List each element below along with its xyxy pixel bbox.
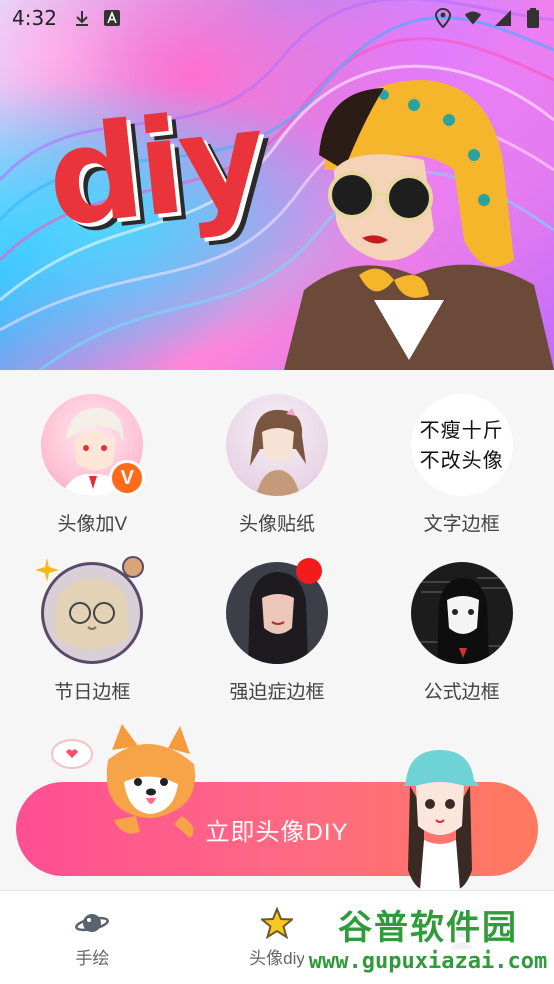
location-icon: [434, 8, 452, 28]
option-avatar-v[interactable]: V 头像加V: [0, 394, 185, 538]
cta-label: 立即头像DIY: [205, 818, 349, 846]
bear-ear-icon: [122, 556, 145, 578]
option-formula-frame[interactable]: 公式边框: [369, 562, 554, 706]
option-label: 文字边框: [423, 514, 500, 535]
v-badge: V: [109, 460, 146, 496]
text-frame-line-2: 不改头像: [419, 448, 504, 472]
option-label: 节日边框: [54, 682, 131, 703]
nav-label: 头像diy: [249, 949, 305, 968]
option-text-frame[interactable]: 不瘦十斤 不改头像 文字边框: [369, 394, 554, 538]
woman-illustration: [284, 80, 554, 370]
status-time: 4:32: [12, 6, 57, 30]
hero-banner: diy: [0, 0, 554, 370]
cta-area: 立即头像DIY: [0, 720, 554, 890]
watermark-url: www.gupuxiazai.com: [308, 949, 548, 974]
status-bar: 4:32: [0, 0, 554, 36]
a-icon: [103, 9, 121, 27]
option-holiday-frame[interactable]: 节日边框: [0, 556, 185, 706]
option-label: 头像贴纸: [238, 514, 315, 535]
option-label: 强迫症边框: [229, 682, 325, 703]
frame-options-grid: V 头像加V 头像贴纸 不瘦十斤 不改头像 文字边框 节日边框 强迫症边框 公式…: [0, 394, 554, 706]
option-avatar-sticker[interactable]: 头像贴纸: [185, 394, 370, 538]
nav-item-hand-drawn[interactable]: 手绘: [0, 891, 185, 984]
signal-icon: [494, 9, 512, 27]
text-frame-line-1: 不瘦十斤: [419, 418, 504, 442]
option-label: 公式边框: [423, 682, 500, 703]
girl-cap-illustration: [404, 750, 480, 890]
watermark-cn: 谷普软件园: [338, 908, 518, 948]
star-icon: [260, 906, 294, 940]
shiba-dog-illustration: [51, 724, 196, 838]
sparkle-icon: [35, 558, 60, 582]
watermark: 谷普软件园 www.gupuxiazai.com: [304, 894, 552, 980]
hero-diy-title: diy: [40, 81, 270, 257]
formula-frame-thumbnail: [410, 562, 513, 664]
nav-label: 手绘: [75, 949, 110, 968]
option-label: 头像加V: [57, 514, 128, 535]
battery-icon: [524, 8, 542, 28]
download-icon: [73, 9, 91, 27]
option-ocd-frame[interactable]: 强迫症边框: [185, 558, 370, 706]
avatar-sticker-thumbnail: [225, 394, 328, 496]
text-frame-thumbnail: 不瘦十斤 不改头像: [410, 394, 513, 496]
wifi-icon: [464, 9, 482, 27]
planet-icon: [75, 906, 110, 940]
red-dot-badge: [295, 558, 322, 584]
